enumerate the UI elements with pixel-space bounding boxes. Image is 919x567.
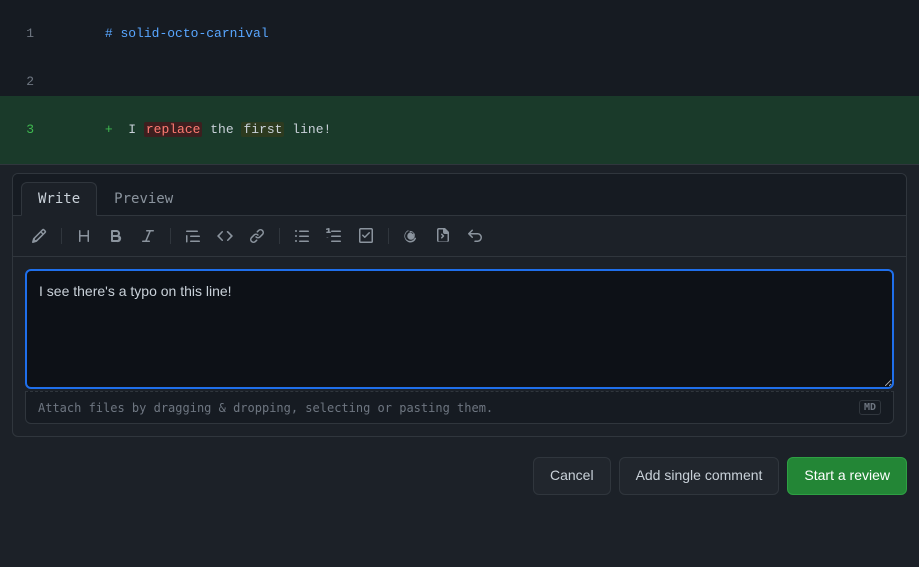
divider-4 xyxy=(388,228,389,244)
bold-button[interactable] xyxy=(102,224,130,248)
code-button[interactable] xyxy=(211,224,239,248)
link-icon xyxy=(249,228,265,244)
line-content-3: + I replace the first line! xyxy=(50,100,339,160)
attach-bar: Attach files by dragging & dropping, sel… xyxy=(25,391,894,424)
crossref-button[interactable] xyxy=(429,224,457,248)
ordered-list-icon xyxy=(326,228,342,244)
code-diff: 1 # solid-octo-carnival 2 3 + I replace … xyxy=(0,0,919,165)
undo-icon xyxy=(467,228,483,244)
crossref-icon xyxy=(435,228,451,244)
line-number-3: 3 xyxy=(0,120,50,140)
attach-text: Attach files by dragging & dropping, sel… xyxy=(38,401,493,415)
code-line-1: 1 # solid-octo-carnival xyxy=(0,0,919,68)
editor-tabs: Write Preview xyxy=(13,174,906,216)
attach-image-icon xyxy=(31,228,47,244)
mention-button[interactable] xyxy=(397,224,425,248)
tab-preview[interactable]: Preview xyxy=(97,182,190,216)
comment-textarea[interactable]: I see there's a typo on this line! xyxy=(25,269,894,389)
task-list-icon xyxy=(358,228,374,244)
bold-icon xyxy=(108,228,124,244)
code-line-3: 3 + I replace the first line! xyxy=(0,96,919,164)
attach-image-button[interactable] xyxy=(25,224,53,248)
mention-icon xyxy=(403,228,419,244)
add-single-comment-button[interactable]: Add single comment xyxy=(619,457,780,495)
quote-button[interactable] xyxy=(179,224,207,248)
link-button[interactable] xyxy=(243,224,271,248)
line-number-2: 2 xyxy=(0,72,50,92)
line-number-1: 1 xyxy=(0,24,50,44)
divider-1 xyxy=(61,228,62,244)
italic-icon xyxy=(140,228,156,244)
editor-area: I see there's a typo on this line! Attac… xyxy=(13,257,906,436)
markdown-icon: MD xyxy=(859,400,881,415)
editor-toolbar xyxy=(13,216,906,257)
code-line-2: 2 xyxy=(0,68,919,96)
quote-icon xyxy=(185,228,201,244)
unordered-list-icon xyxy=(294,228,310,244)
comment-panel: Write Preview xyxy=(12,173,907,437)
undo-button[interactable] xyxy=(461,224,489,248)
italic-button[interactable] xyxy=(134,224,162,248)
unordered-list-button[interactable] xyxy=(288,224,316,248)
tab-write[interactable]: Write xyxy=(21,182,97,216)
ordered-list-button[interactable] xyxy=(320,224,348,248)
task-list-button[interactable] xyxy=(352,224,380,248)
divider-2 xyxy=(170,228,171,244)
start-review-button[interactable]: Start a review xyxy=(787,457,907,495)
code-icon xyxy=(217,228,233,244)
heading-icon xyxy=(76,228,92,244)
cancel-button[interactable]: Cancel xyxy=(533,457,611,495)
action-bar: Cancel Add single comment Start a review xyxy=(0,445,919,507)
line-content-1: # solid-octo-carnival xyxy=(50,4,277,64)
divider-3 xyxy=(279,228,280,244)
heading-button[interactable] xyxy=(70,224,98,248)
